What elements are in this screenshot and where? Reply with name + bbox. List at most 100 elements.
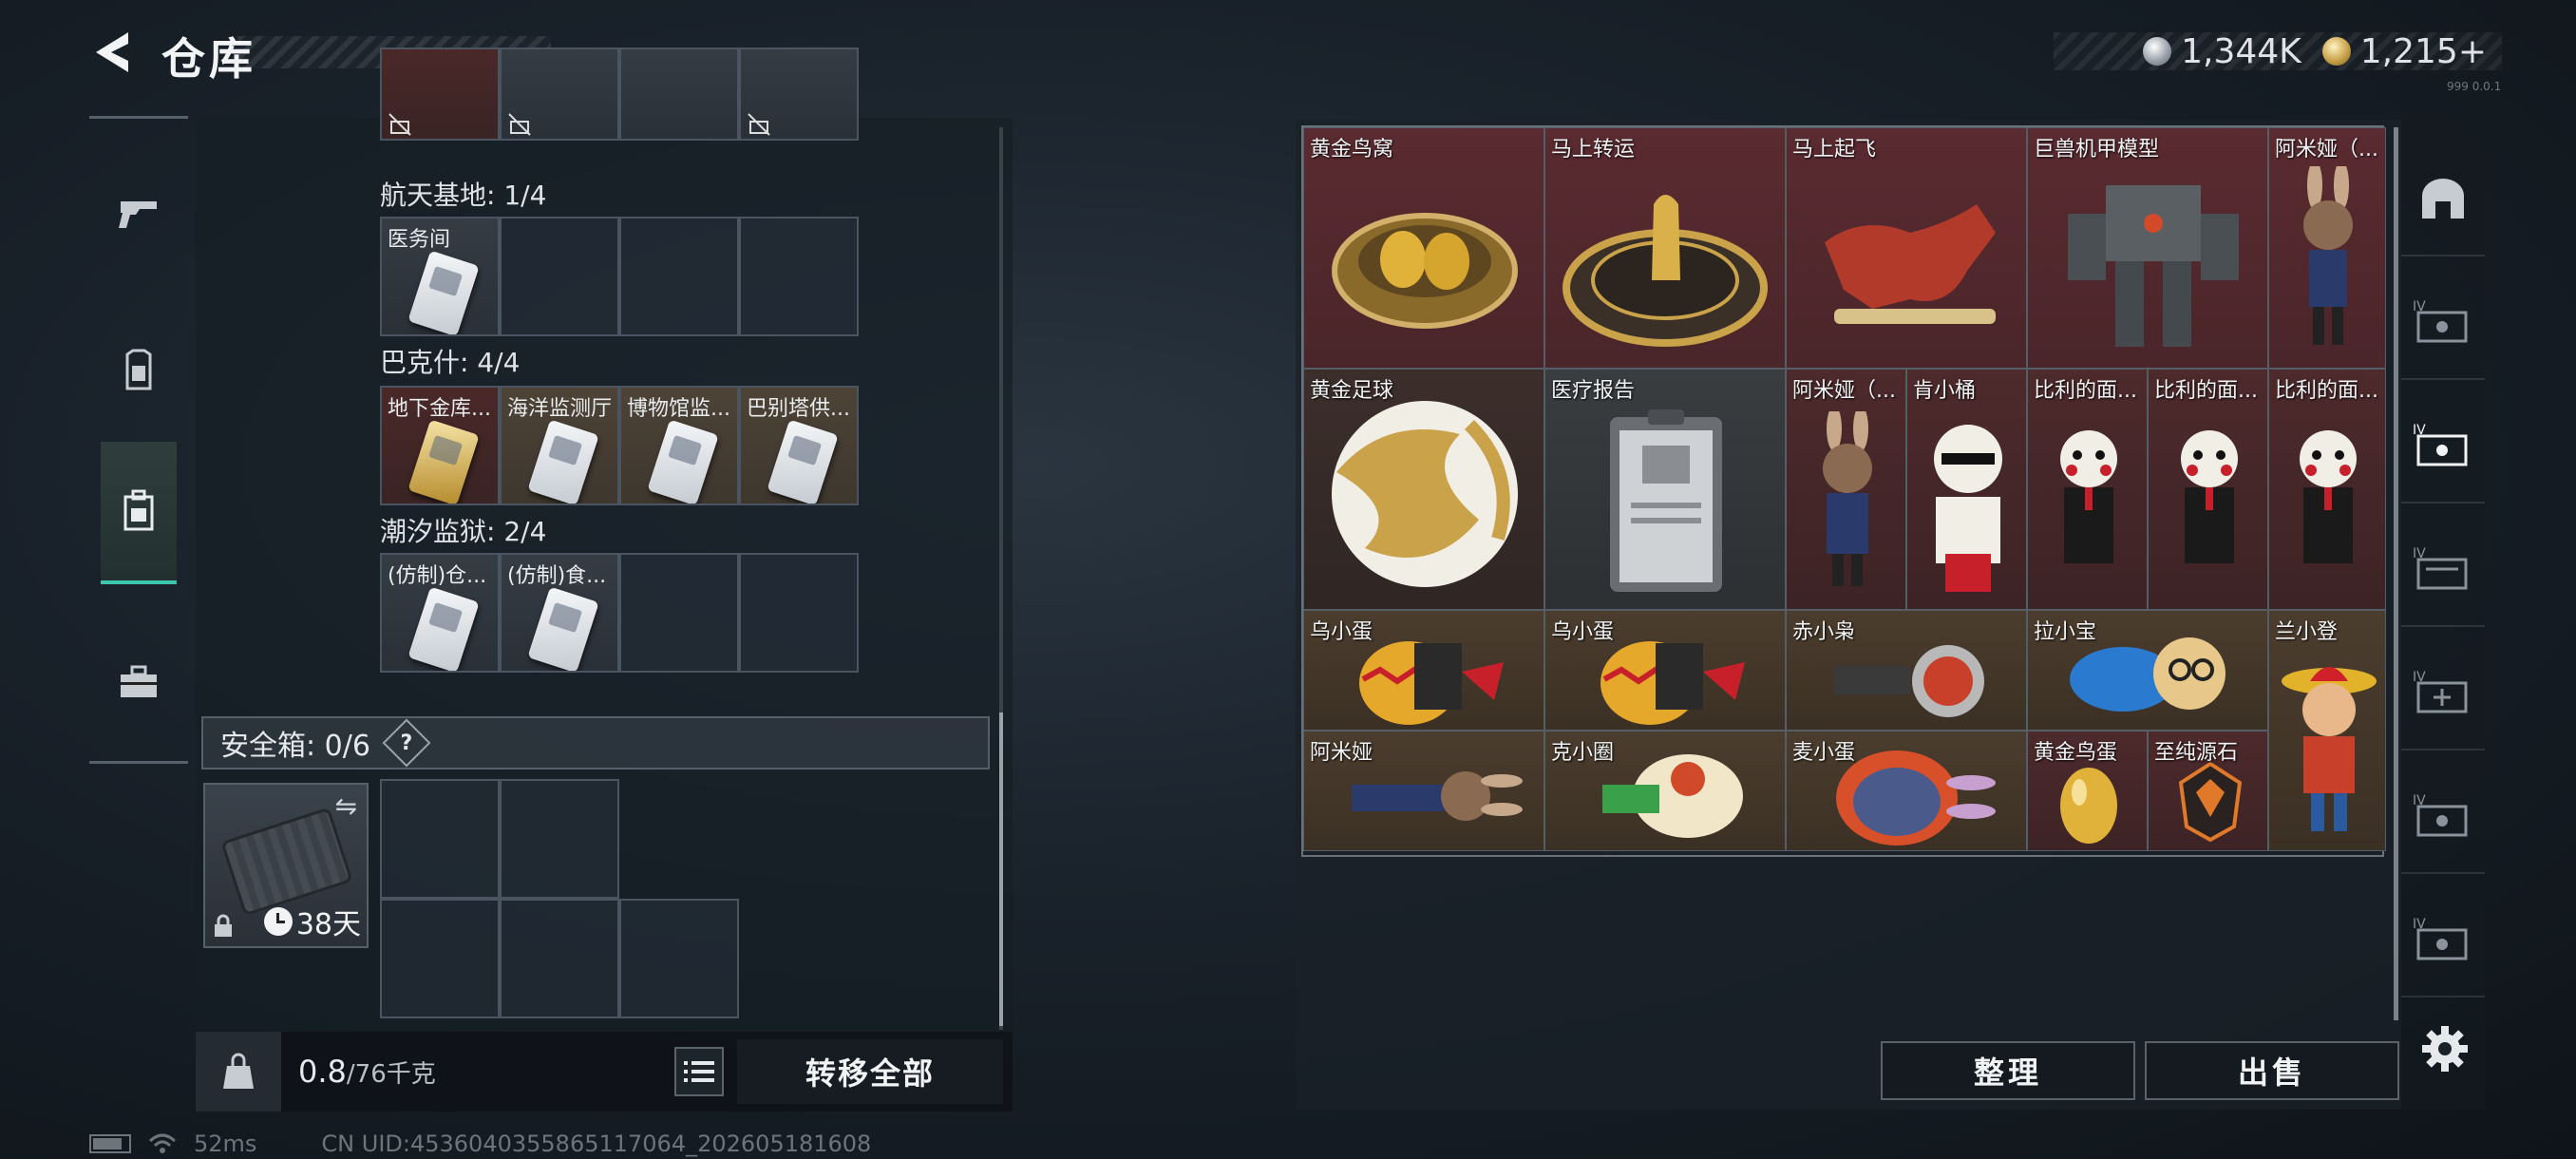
- item-medical-report[interactable]: 医疗报告: [1544, 369, 1786, 610]
- keycard-slot[interactable]: (仿制)食...: [500, 553, 619, 673]
- safebox-slot[interactable]: [380, 779, 500, 899]
- empty-slot[interactable]: [739, 553, 859, 673]
- item-billy-mask-3[interactable]: 比利的面...: [2268, 369, 2386, 610]
- originium-icon: [2178, 761, 2243, 842]
- safebox-slot[interactable]: [500, 779, 619, 899]
- weight-max: /76千克: [346, 1060, 436, 1089]
- item-chi-owl[interactable]: 赤小枭: [1786, 610, 2027, 731]
- list-view-button[interactable]: [674, 1047, 724, 1096]
- item-ken-bucket[interactable]: 肯小桶: [1906, 369, 2027, 610]
- section-label-aerospace: 航天基地: 1/4: [380, 180, 547, 211]
- item-slot[interactable]: [619, 48, 739, 141]
- list-icon: [684, 1061, 714, 1082]
- golden-football-icon: [1332, 401, 1518, 587]
- currency-silver[interactable]: 1,344K: [2143, 32, 2301, 71]
- storage-tab-1[interactable]: IV: [2401, 266, 2485, 380]
- billy-puppet-icon: [2060, 430, 2117, 563]
- swap-icon[interactable]: ⇋: [335, 790, 357, 822]
- item-name: 医务间: [388, 228, 451, 252]
- item-name: 马上转运: [1551, 138, 1636, 162]
- keycard-icon: [767, 419, 839, 504]
- item-take-off[interactable]: 马上起飞: [1786, 127, 2027, 369]
- storage-tab-3[interactable]: IV: [2401, 513, 2485, 627]
- keycard-slot[interactable]: 海洋监测厅: [500, 386, 619, 505]
- category-toolbox[interactable]: [89, 630, 188, 734]
- back-button[interactable]: [87, 27, 137, 78]
- golden-egg-icon: [2060, 768, 2117, 844]
- currency-gold[interactable]: 1,215+: [2321, 32, 2487, 71]
- storage-scrollbar[interactable]: [2394, 127, 2398, 1020]
- safebox-slot[interactable]: [500, 899, 619, 1018]
- item-ke-quan[interactable]: 克小圈: [1544, 731, 1786, 851]
- item-name: 赤小枭: [1792, 620, 1856, 644]
- storage-tab-6[interactable]: IV: [2401, 884, 2485, 998]
- item-amiya-figure[interactable]: 阿米娅（...: [2268, 127, 2386, 369]
- item-lan-deng[interactable]: 兰小登: [2268, 610, 2386, 851]
- mech-icon: [2068, 185, 2239, 347]
- settings-button[interactable]: [2420, 1024, 2470, 1074]
- storage-tab-2-active[interactable]: IV: [2401, 390, 2485, 504]
- category-armor[interactable]: [89, 318, 188, 423]
- sell-button[interactable]: 出售: [2145, 1041, 2399, 1100]
- storage-tab-main[interactable]: [2401, 142, 2485, 256]
- item-wu-egg-2[interactable]: 乌小蛋: [1544, 610, 1786, 731]
- item-name: 马上起飞: [1792, 138, 1877, 162]
- category-backpack[interactable]: [101, 442, 177, 584]
- item-billy-mask-1[interactable]: 比利的面...: [2027, 369, 2148, 610]
- clock-icon: [263, 907, 293, 936]
- left-category-rail: [89, 116, 188, 764]
- item-slot[interactable]: [380, 48, 500, 141]
- safebox-case[interactable]: ⇋ 38天: [203, 783, 369, 948]
- currency-bar: 1,344K 1,215+: [2054, 32, 2502, 71]
- item-golden-nest[interactable]: 黄金鸟窝: [1303, 127, 1544, 369]
- keycard-slot[interactable]: 地下金库...: [380, 386, 500, 505]
- item-name: 比利的面...: [2034, 379, 2137, 403]
- safe-timer-value: 38天: [295, 908, 361, 941]
- item-golden-egg[interactable]: 黄金鸟蛋: [2027, 731, 2148, 851]
- empty-slot[interactable]: [739, 217, 859, 336]
- sort-button[interactable]: 整理: [1881, 1041, 2135, 1100]
- horse-coin-icon: [1563, 195, 1768, 347]
- silver-coin-value: 1,344K: [2181, 31, 2301, 71]
- item-mai-egg[interactable]: 麦小蛋: [1786, 731, 2027, 851]
- item-lucky-turn[interactable]: 马上转运: [1544, 127, 1786, 369]
- keycard-slot[interactable]: 医务间: [380, 217, 500, 336]
- keycard-slot[interactable]: 巴别塔供...: [739, 386, 859, 505]
- safebox-label: 安全箱: 0/6: [220, 730, 370, 763]
- storage-tab-5[interactable]: IV: [2401, 760, 2485, 874]
- safebox-slot[interactable]: [380, 899, 500, 1018]
- item-amiya-3[interactable]: 阿米娅: [1303, 731, 1544, 851]
- no-extract-icon: [388, 113, 411, 136]
- transfer-all-button[interactable]: 转移全部: [737, 1039, 1003, 1104]
- item-golden-football[interactable]: 黄金足球: [1303, 369, 1544, 610]
- storage-tab-add[interactable]: IV: [2401, 636, 2485, 750]
- item-slot[interactable]: [500, 48, 619, 141]
- item-wu-egg-1[interactable]: 乌小蛋: [1303, 610, 1544, 731]
- item-name: 比利的面...: [2275, 379, 2378, 403]
- item-name: 兰小登: [2275, 620, 2339, 644]
- empty-slot[interactable]: [500, 217, 619, 336]
- item-billy-mask-2[interactable]: 比利的面...: [2148, 369, 2268, 610]
- ticket-stack-icon: IV: [2413, 546, 2468, 590]
- help-icon: ?: [400, 731, 413, 755]
- item-mech-model[interactable]: 巨兽机甲模型: [2027, 127, 2268, 369]
- keycard-slot[interactable]: (仿制)仓...: [380, 553, 500, 673]
- inventory-scrollbar-thumb[interactable]: [999, 712, 1003, 1026]
- item-amiya-2[interactable]: 阿米娅（...: [1786, 369, 1906, 610]
- amiya-figure-icon: [2303, 166, 2353, 345]
- keycard-slot[interactable]: 博物馆监...: [619, 386, 739, 505]
- weight-bag-icon: [223, 1053, 254, 1089]
- ping-value: 52ms: [194, 1130, 257, 1157]
- category-weapons[interactable]: [89, 161, 188, 265]
- keycard-icon: [407, 250, 480, 334]
- item-la-bao[interactable]: 拉小宝: [2027, 610, 2268, 731]
- help-button[interactable]: ?: [382, 718, 431, 768]
- item-slot[interactable]: [739, 48, 859, 141]
- empty-slot[interactable]: [619, 217, 739, 336]
- item-pure-originium[interactable]: 至纯源石: [2148, 731, 2268, 851]
- storage-grid: 黄金鸟窝 马上转运 马上起飞 巨兽机甲模型 阿米娅（... 黄金足球 医疗报告 …: [1301, 125, 2386, 857]
- clipboard-icon: [1610, 409, 1722, 592]
- safebox-slot[interactable]: [619, 899, 739, 1018]
- empty-slot[interactable]: [619, 553, 739, 673]
- item-name: 拉小宝: [2034, 620, 2097, 644]
